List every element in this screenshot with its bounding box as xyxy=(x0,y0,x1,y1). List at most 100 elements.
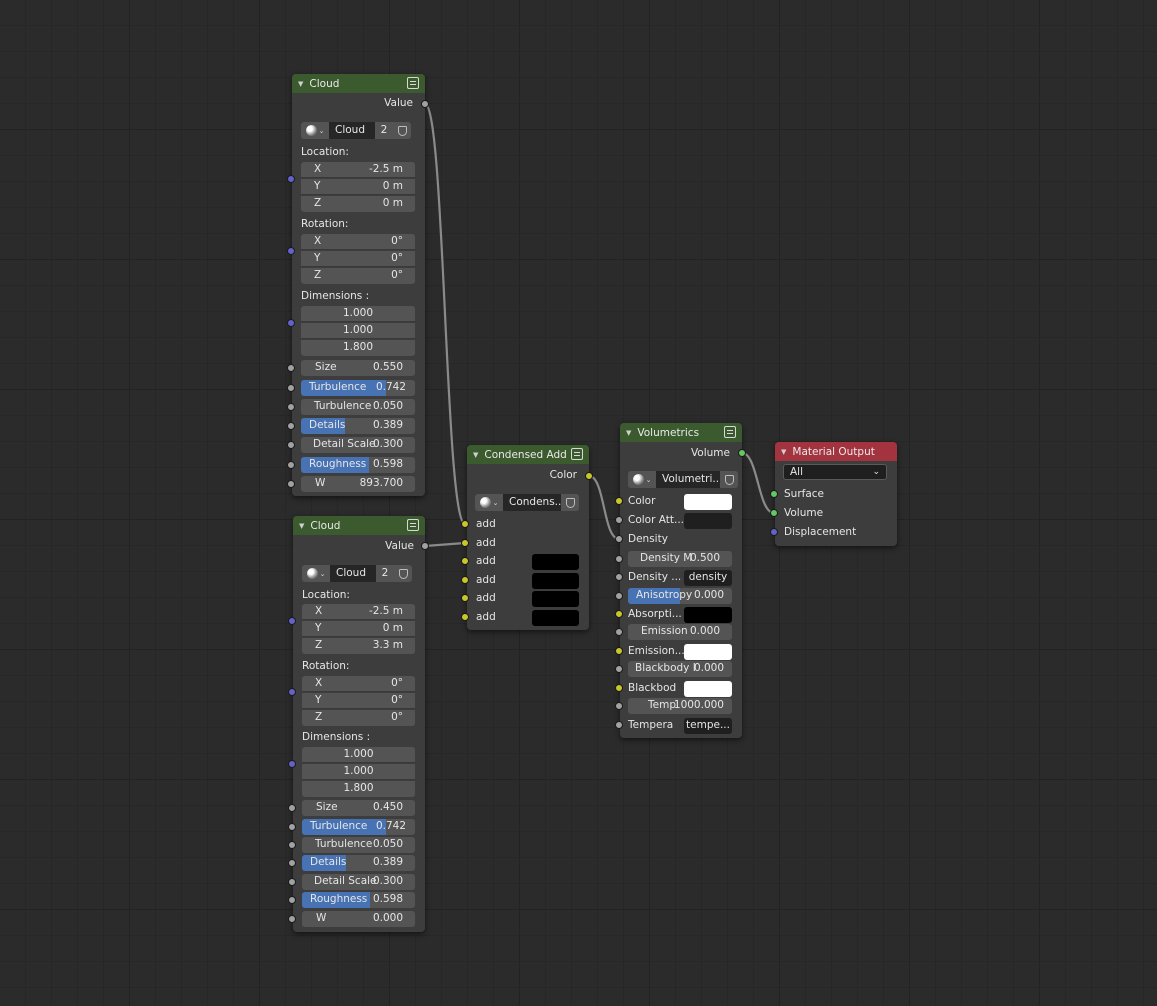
temperature-socket[interactable] xyxy=(615,702,623,710)
detail-scale-field[interactable]: Detail Scale 0.300 xyxy=(301,437,415,453)
rotation-x-field[interactable]: X 0° xyxy=(302,676,415,692)
add-input-socket-4[interactable] xyxy=(461,576,469,584)
add-input-socket-3[interactable] xyxy=(461,557,469,565)
datablock-selector[interactable]: ⌄ Volumetri... xyxy=(628,471,738,488)
material-browse-button[interactable]: ⌄ xyxy=(302,565,330,582)
rotation-z-field[interactable]: Z 0° xyxy=(302,710,415,726)
density-attribute-field[interactable]: density xyxy=(684,570,732,586)
location-y-field[interactable]: Y0 m xyxy=(301,179,415,195)
cloud2-size-socket[interactable] xyxy=(288,804,296,812)
temperature-attribute-socket[interactable] xyxy=(615,721,623,729)
datablock-selector[interactable]: ⌄ Cloud 2 xyxy=(302,565,412,582)
add-color-swatch-6[interactable] xyxy=(532,610,579,626)
collapse-arrow-icon[interactable]: ▼ xyxy=(473,451,478,459)
dimension-x-field[interactable]: 1.000 xyxy=(302,747,415,763)
datablock-selector[interactable]: ⌄ Cloud 2 xyxy=(301,122,411,139)
volume-input-socket[interactable] xyxy=(770,509,778,517)
node-tree-browse-button[interactable]: ⌄ xyxy=(628,471,656,488)
absorption-swatch[interactable] xyxy=(684,607,732,623)
color-input-socket[interactable] xyxy=(615,497,623,505)
turbulence-field[interactable]: Turbulence 0.050 xyxy=(301,399,415,415)
blackbody-color-swatch[interactable] xyxy=(684,681,732,697)
condensed-add-color-output-socket[interactable] xyxy=(585,472,593,480)
add-color-swatch-5[interactable] xyxy=(532,591,579,607)
cloud-node-1-header[interactable]: ▼ Cloud xyxy=(292,74,425,93)
add-input-socket-2[interactable] xyxy=(461,539,469,547)
volume-output-socket[interactable] xyxy=(738,449,746,457)
material-output-header[interactable]: ▼ Material Output xyxy=(775,442,897,461)
datablock-name[interactable]: Volumetri... xyxy=(656,471,720,488)
fake-user-button[interactable] xyxy=(561,494,579,511)
absorption-socket[interactable] xyxy=(615,610,623,618)
dimension-z-field[interactable]: 1.800 xyxy=(302,781,415,797)
node-group-icon[interactable] xyxy=(407,77,419,89)
temperature-attribute-field[interactable]: tempe... xyxy=(684,718,732,734)
cloud-node-2[interactable]: ▼ Cloud Value ⌄ Cloud 2 Location: X -2.5 … xyxy=(293,516,425,932)
temperature-field[interactable]: Temp 1000.000 xyxy=(628,698,732,714)
cloud1-turbulence2-socket[interactable] xyxy=(287,403,295,411)
cloud2-location-socket[interactable] xyxy=(288,617,296,625)
rotation-y-field[interactable]: Y 0° xyxy=(302,693,415,709)
cloud1-detail-scale-socket[interactable] xyxy=(287,441,295,449)
cloud2-value-output-socket[interactable] xyxy=(421,542,429,550)
w-field[interactable]: W 893.700 xyxy=(301,476,415,492)
datablock-name[interactable]: Condens... xyxy=(503,494,561,511)
location-y-field[interactable]: Y0 m xyxy=(302,621,415,637)
anisotropy-socket[interactable] xyxy=(615,592,623,600)
collapse-arrow-icon[interactable]: ▼ xyxy=(299,522,304,530)
displacement-input-socket[interactable] xyxy=(770,528,778,536)
density-attribute-socket[interactable] xyxy=(615,573,623,581)
material-browse-button[interactable]: ⌄ xyxy=(301,122,329,139)
blackbody-intensity-socket[interactable] xyxy=(615,665,623,673)
blackbody-intensity-field[interactable]: Blackbody I 0.000 xyxy=(628,661,732,677)
cloud-node-1[interactable]: ▼ Cloud Value ⌄ Cloud 2 Location: X -2.5 … xyxy=(292,74,425,496)
add-input-socket-1[interactable] xyxy=(461,520,469,528)
render-target-dropdown[interactable]: All ⌄ xyxy=(783,464,887,480)
emission-color-socket[interactable] xyxy=(615,647,623,655)
location-z-field[interactable]: Z 3.3 m xyxy=(302,638,415,654)
collapse-arrow-icon[interactable]: ▼ xyxy=(298,80,303,88)
collapse-arrow-icon[interactable]: ▼ xyxy=(626,429,631,437)
rotation-x-field[interactable]: X 0° xyxy=(301,234,415,250)
cloud2-w-socket[interactable] xyxy=(288,915,296,923)
dimension-z-field[interactable]: 1.800 xyxy=(301,340,415,356)
fake-user-button[interactable] xyxy=(720,471,738,488)
blackbody-color-socket[interactable] xyxy=(615,684,623,692)
cloud1-roughness-socket[interactable] xyxy=(287,461,295,469)
condensed-add-header[interactable]: ▼ Condensed Add xyxy=(467,445,589,464)
node-group-icon[interactable] xyxy=(724,426,736,438)
material-output-node[interactable]: ▼ Material Output All ⌄ Surface Volume D… xyxy=(775,442,897,546)
dimension-x-field[interactable]: 1.000 xyxy=(301,306,415,322)
cloud1-turbulence-socket[interactable] xyxy=(287,384,295,392)
turbulence-slider[interactable]: Turbulence 0.742 xyxy=(301,380,415,396)
user-count[interactable]: 2 xyxy=(376,565,394,582)
size-field[interactable]: Size 0.450 xyxy=(302,800,415,816)
size-field[interactable]: Size 0.550 xyxy=(301,360,415,376)
density-multiplier-field[interactable]: Density M 0.500 xyxy=(628,551,732,567)
cloud2-detail-scale-socket[interactable] xyxy=(288,878,296,886)
location-x-field[interactable]: X -2.5 m xyxy=(301,162,415,178)
emission-field[interactable]: Emission 0.000 xyxy=(628,624,732,640)
cloud2-turbulence-socket[interactable] xyxy=(288,823,296,831)
add-color-swatch-3[interactable] xyxy=(532,554,579,570)
color-attribute-socket[interactable] xyxy=(615,516,623,524)
location-z-field[interactable]: Z0 m xyxy=(301,196,415,212)
node-group-icon[interactable] xyxy=(407,519,419,531)
details-slider[interactable]: Details 0.389 xyxy=(301,418,415,434)
location-x-field[interactable]: X -2.5 m xyxy=(302,604,415,620)
collapse-arrow-icon[interactable]: ▼ xyxy=(781,448,786,456)
roughness-slider[interactable]: Roughness 0.598 xyxy=(301,457,415,473)
cloud2-rotation-socket[interactable] xyxy=(288,688,296,696)
cloud1-rotation-socket[interactable] xyxy=(287,247,295,255)
volumetrics-node[interactable]: ▼ Volumetrics Volume ⌄ Volumetri... Colo… xyxy=(620,423,742,738)
volumetrics-header[interactable]: ▼ Volumetrics xyxy=(620,423,742,442)
condensed-add-node[interactable]: ▼ Condensed Add Color ⌄ Condens... add a… xyxy=(467,445,589,630)
datablock-name[interactable]: Cloud xyxy=(329,122,375,139)
dimension-y-field[interactable]: 1.000 xyxy=(302,764,415,780)
density-multiplier-socket[interactable] xyxy=(615,555,623,563)
density-input-socket[interactable] xyxy=(615,535,623,543)
cloud1-location-socket[interactable] xyxy=(287,175,295,183)
emission-color-swatch[interactable] xyxy=(684,644,732,660)
datablock-name[interactable]: Cloud xyxy=(330,565,376,582)
anisotropy-slider[interactable]: Anisotropy 0.000 xyxy=(628,588,732,604)
